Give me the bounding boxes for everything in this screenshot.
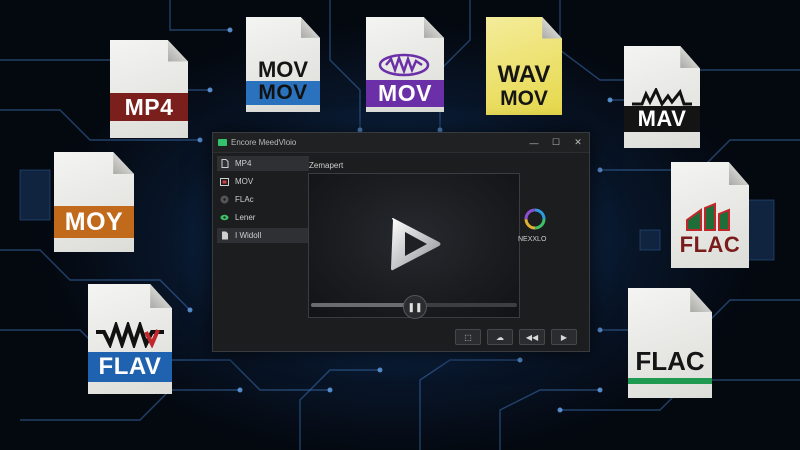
sidebar-item-mp4[interactable]: MP4: [217, 156, 309, 171]
sidebar-item-label: FLAc: [235, 195, 254, 204]
file-label: MOV: [366, 80, 444, 107]
mp4-file-icon: MP4: [110, 40, 188, 138]
close-button[interactable]: ✕: [567, 133, 589, 152]
loader-label: NEXXLO: [518, 236, 547, 243]
mav-file-icon: MAV: [624, 46, 700, 148]
file-icon: [220, 159, 229, 168]
flac-red-file-icon: FLAC: [671, 162, 749, 268]
waveform-icon: [96, 322, 164, 348]
app-window: Encore MeedVloio — ☐ ✕ MP4 MOV FLAc Lene…: [212, 132, 590, 352]
pause-button[interactable]: ❚❚: [403, 295, 427, 319]
progress-fill: [311, 303, 408, 307]
sidebar-item-label: MOV: [235, 177, 254, 186]
sidebar-item-mov[interactable]: MOV: [217, 174, 309, 189]
file-label: MOY: [54, 206, 134, 238]
file-color-bar: [628, 378, 712, 384]
chart-icon: [686, 202, 730, 231]
film-icon: [220, 177, 229, 186]
sidebar-item-lener[interactable]: Lener: [217, 210, 309, 225]
maximize-button[interactable]: ☐: [545, 133, 567, 152]
moy-file-icon: MOY: [54, 152, 134, 252]
cloud-icon: ☁: [496, 332, 504, 342]
file-label: MOV: [257, 57, 309, 82]
file-label: FLAC: [635, 346, 705, 376]
sidebar-item-label: Lener: [235, 213, 256, 222]
window-title: Encore MeedVloio: [231, 138, 297, 147]
document-icon: [220, 231, 229, 240]
flav-file-icon: FLAV: [88, 284, 172, 394]
disc-icon: [220, 195, 229, 204]
play-small-icon: ▶: [560, 332, 568, 342]
rewind-button[interactable]: ◀◀: [519, 329, 545, 345]
file-label-secondary: MOV: [500, 87, 548, 110]
sidebar-item-label: MP4: [235, 159, 252, 168]
import-icon: ⬚: [464, 332, 472, 342]
play-button[interactable]: ▶: [551, 329, 577, 345]
waveform-icon: [378, 53, 430, 77]
file-label: MP4: [110, 93, 188, 121]
waveform-icon: [632, 88, 692, 106]
loading-ring-icon: [524, 208, 546, 230]
file-label: WAV: [497, 61, 551, 88]
mov-file-icon: MOV MOV: [246, 17, 320, 112]
video-player[interactable]: ❚❚: [308, 173, 520, 319]
file-label: MAV: [624, 106, 700, 132]
play-icon[interactable]: [387, 216, 443, 272]
title-bar: Encore MeedVloio — ☐ ✕: [213, 133, 589, 153]
file-label: FLAC: [679, 232, 741, 257]
minimize-button[interactable]: —: [523, 133, 545, 152]
sidebar-item-label: I Widoll: [235, 231, 262, 240]
sidebar-item-widoll[interactable]: I Widoll: [217, 228, 309, 243]
pause-icon: ❚❚: [407, 301, 423, 312]
cloud-button[interactable]: ☁: [487, 329, 513, 345]
mov-wave-file-icon: MOV: [366, 17, 444, 112]
sidebar-item-flac[interactable]: FLAc: [217, 192, 309, 207]
panel-title: Zemapert: [309, 161, 344, 170]
app-icon: [218, 139, 227, 146]
file-label: FLAV: [88, 352, 172, 382]
rewind-icon: ◀◀: [525, 332, 539, 342]
sidebar: MP4 MOV FLAc Lener I Widoll: [217, 156, 309, 246]
import-button[interactable]: ⬚: [455, 329, 481, 345]
file-label-secondary: MOV: [246, 81, 320, 105]
wav-file-icon: WAV MOV: [486, 17, 562, 115]
flac-green-file-icon: FLAC: [628, 288, 712, 398]
eye-icon: [220, 213, 229, 222]
toolbar: ⬚ ☁ ◀◀ ▶: [455, 329, 577, 345]
